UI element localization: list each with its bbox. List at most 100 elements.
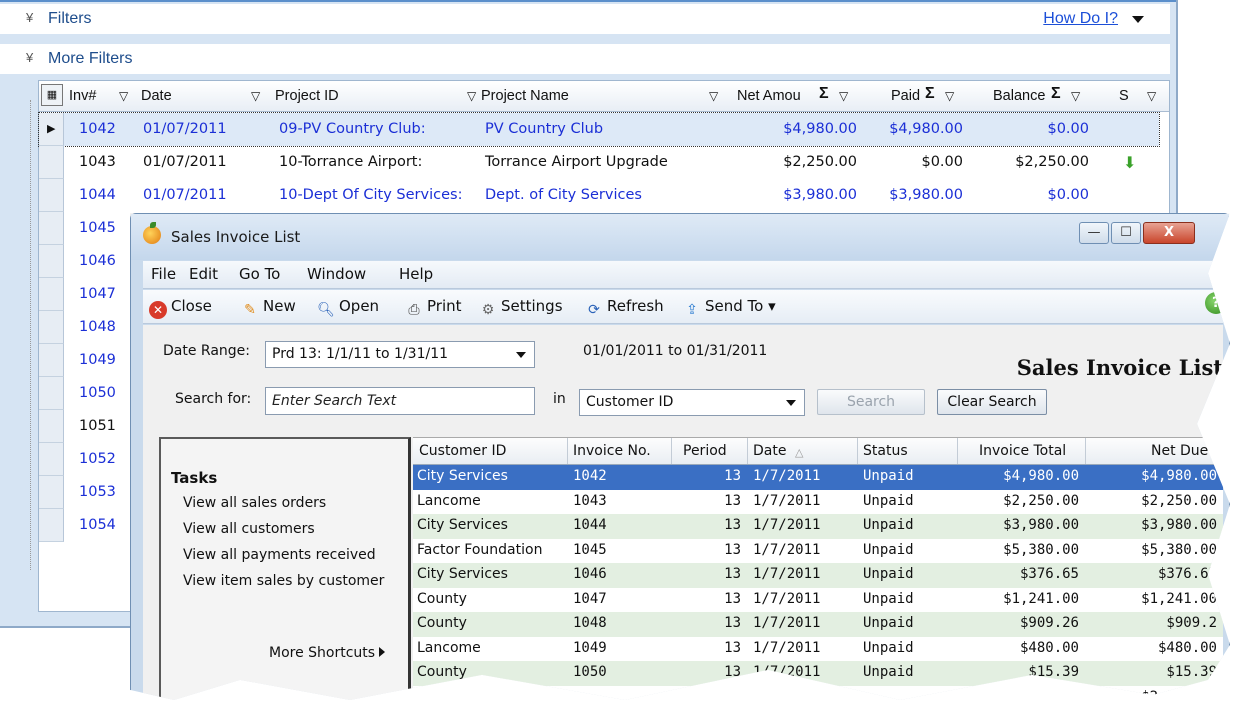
date-cell: 01/07/2011 [143,121,227,137]
table-row[interactable]: County 1048 13 1/7/2011 Unpaid $909.26 $909.2 [413,612,1223,637]
table-row[interactable]: County 1047 13 1/7/2011 Unpaid $1,241.00 $1,24… [413,588,1223,613]
column-header-invoice-total[interactable]: Invoice Total [979,443,1066,459]
more-shortcuts-link[interactable]: More Shortcuts [269,645,386,661]
table-row[interactable]: Factor Foundation 1045 13 1/7/2011 Unpaid $5,… [413,539,1223,564]
close-button[interactable]: ✕ Close [149,297,212,319]
sum-sigma-icon[interactable]: Σ [925,85,935,103]
column-header-balance[interactable]: Balance [993,88,1045,104]
send-to-button[interactable]: ⇪ Send To ▾ [683,297,776,319]
refresh-button[interactable]: ⟳ Refresh [585,297,664,319]
table-row[interactable]: ▶ 1042 01/07/2011 09-PV Country Club: PV… [38,112,1160,147]
clear-search-button[interactable]: Clear Search [937,389,1047,415]
date-range-select[interactable]: Prd 13: 1/1/11 to 1/31/11 [265,341,535,368]
net-due-cell: $3,980.00 [1141,517,1217,533]
task-link[interactable]: View all sales orders [183,495,326,511]
column-header-status[interactable]: Status [863,443,908,459]
filter-funnel-icon[interactable]: ▽ [709,89,718,103]
table-row[interactable]: 13 1/29/20 130.00 $2,130.00 [413,686,1223,700]
close-window-button[interactable]: X [1143,222,1195,244]
print-button[interactable]: ⎙ Print [405,297,461,319]
row-selector[interactable] [39,344,64,377]
filter-funnel-icon[interactable]: ▽ [119,89,128,103]
row-selector[interactable] [39,377,64,410]
column-divider[interactable] [747,438,748,464]
table-row[interactable]: City Services 1046 13 1/7/2011 Unpaid $376.65… [413,563,1223,588]
column-header-date[interactable]: Date [753,443,786,459]
net-due-cell: $480.00 [1157,639,1217,656]
more-filters-label[interactable]: More Filters [48,50,132,68]
column-header-net-due[interactable]: Net Due [1151,443,1208,459]
search-input[interactable]: Enter Search Text [265,387,535,415]
table-row[interactable]: Lancome 1049 13 1/7/2011 Unpaid $480.00 $480.0… [413,637,1223,662]
settings-button[interactable]: ⚙ Settings [479,297,563,319]
help-icon[interactable]: ? [1205,292,1227,314]
filter-funnel-icon[interactable]: ▽ [945,89,954,103]
task-link[interactable]: View item sales by customer [183,573,384,589]
search-for-label: Search for: [175,391,252,407]
row-selector[interactable] [39,476,64,509]
maximize-button[interactable]: ☐ [1111,222,1141,244]
new-button[interactable]: ✎ New [241,297,296,319]
column-header-period[interactable]: Period [683,443,727,459]
minimize-button[interactable]: — [1079,222,1109,244]
menu-window[interactable]: Window [307,265,366,283]
filters-row[interactable]: ¥ Filters How Do I? [0,4,1170,34]
filter-funnel-icon[interactable]: ▽ [839,89,848,103]
column-divider[interactable] [957,438,958,464]
row-selector[interactable] [39,311,64,344]
filter-funnel-icon[interactable]: ▽ [1071,89,1080,103]
column-divider[interactable] [567,438,568,464]
how-do-i-link[interactable]: How Do I? [1043,10,1118,28]
row-selector[interactable] [39,443,64,476]
column-header-invoice-no[interactable]: Invoice No. [573,443,651,459]
dropdown-arrow-icon[interactable] [1132,16,1144,23]
column-header-net-amount[interactable]: Net Amou [737,88,801,104]
double-chevron-down-icon[interactable]: ¥ [26,10,33,25]
row-selector[interactable] [39,212,64,245]
title-bar[interactable]: Sales Invoice List — ☐ X [131,214,1229,260]
column-header-project-id[interactable]: Project ID [275,88,339,104]
column-divider[interactable] [1085,438,1086,464]
menu-go-to[interactable]: Go To [239,265,280,283]
search-field-select[interactable]: Customer ID [579,389,805,416]
filter-funnel-icon[interactable]: ▽ [251,89,260,103]
filter-funnel-icon[interactable]: ▽ [1147,89,1156,103]
search-button[interactable]: Search [817,389,925,415]
table-row[interactable]: County 1050 13 1/7/2011 Unpaid $15.39 $15.39 [413,661,1223,686]
table-row[interactable]: Lancome 1043 13 1/7/2011 Unpaid $2,250.00 $2,2… [413,490,1223,515]
customer-id-cell: Factor Foundation [417,541,543,558]
menu-file[interactable]: File [151,265,176,283]
menu-help[interactable]: Help [399,265,433,283]
column-header-date[interactable]: Date [141,88,172,104]
table-row[interactable]: 1043 01/07/2011 10-Torrance Airport: Tor… [39,146,1159,179]
filter-funnel-icon[interactable]: ▽ [467,89,476,103]
column-header-s[interactable]: S [1119,88,1129,104]
column-header-project-name[interactable]: Project Name [481,88,569,104]
row-selector[interactable] [39,179,64,212]
table-row[interactable]: City Services 1042 13 1/7/2011 Unpaid $4,980.… [413,465,1223,490]
more-filters-row[interactable]: ¥ More Filters [0,44,1170,74]
task-link[interactable]: View all payments received [183,547,376,563]
task-link[interactable]: View all customers [183,521,315,537]
row-selector[interactable] [39,410,64,443]
row-selector[interactable] [39,509,64,542]
column-divider[interactable] [857,438,858,464]
filters-label[interactable]: Filters [48,10,92,28]
table-row[interactable]: 1044 01/07/2011 10-Dept Of City Services… [39,179,1159,212]
open-button[interactable]: 🔍︎ Open [317,297,379,319]
column-chooser-icon[interactable]: ▦ [41,84,63,106]
row-selector[interactable] [39,146,64,179]
tree-connector [30,100,38,570]
column-divider[interactable] [671,438,672,464]
sum-sigma-icon[interactable]: Σ [819,85,829,103]
menu-edit[interactable]: Edit [189,265,218,283]
column-header-customer-id[interactable]: Customer ID [419,443,506,459]
row-selector[interactable]: ▶ [39,113,64,146]
row-selector[interactable] [39,245,64,278]
double-chevron-down-icon[interactable]: ¥ [26,50,33,65]
column-header-paid[interactable]: Paid [891,88,920,104]
column-header-inv[interactable]: Inv# [69,88,96,104]
table-row[interactable]: City Services 1044 13 1/7/2011 Unpaid $3,980.… [413,514,1223,539]
sum-sigma-icon[interactable]: Σ [1051,85,1061,103]
row-selector[interactable] [39,278,64,311]
